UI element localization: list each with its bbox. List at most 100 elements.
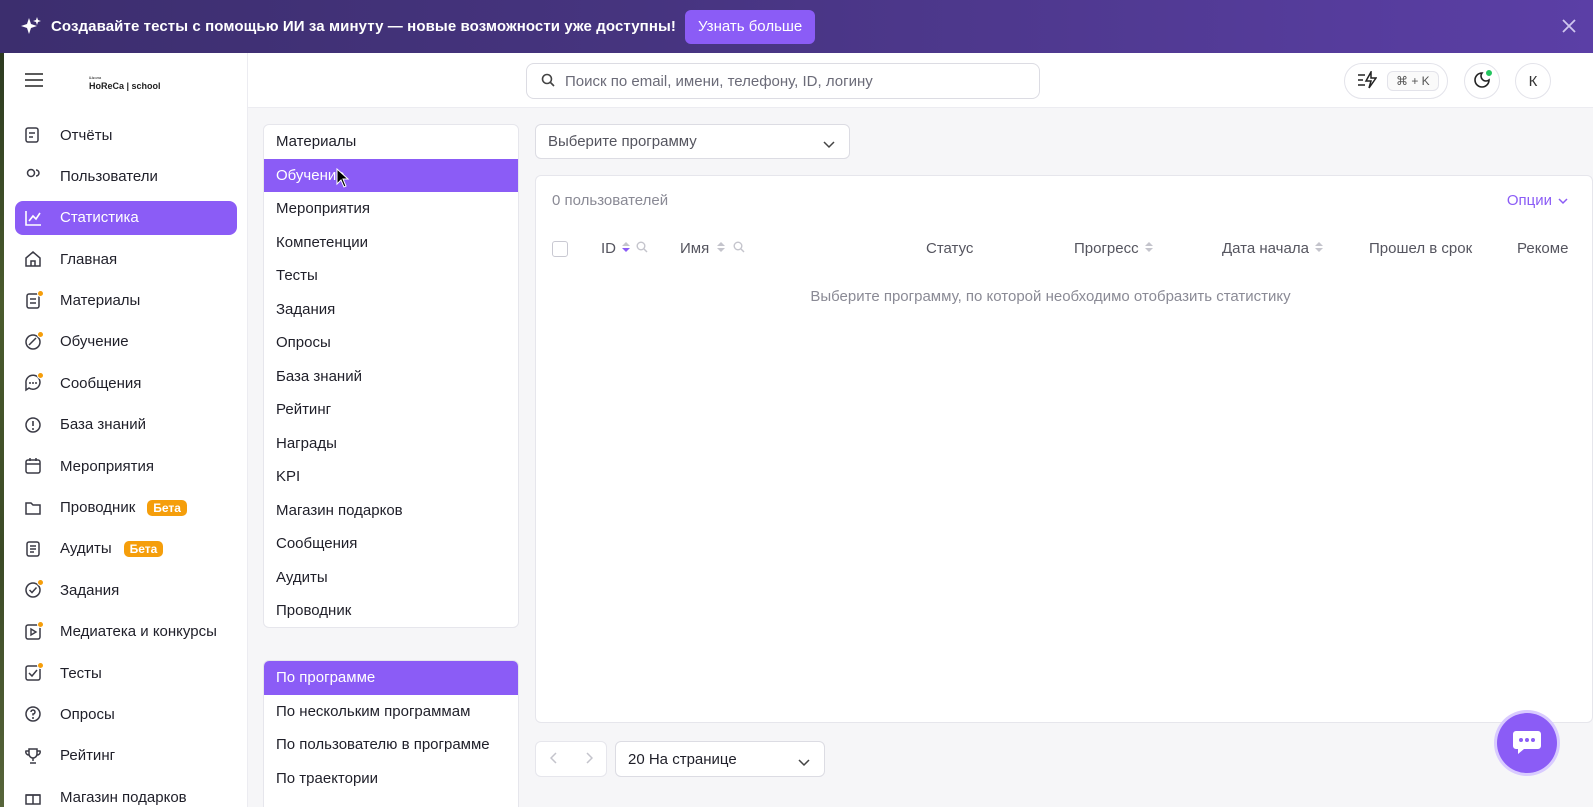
sort-icon[interactable]	[1144, 240, 1153, 257]
sidebar-item[interactable]: Задания	[15, 573, 237, 607]
sidebar-item[interactable]: Тесты	[15, 656, 237, 690]
learn-more-button[interactable]: Узнать больше	[685, 9, 816, 44]
survey-icon	[24, 705, 42, 723]
menu-item[interactable]: Материалы	[264, 125, 518, 159]
pagination	[535, 741, 607, 777]
column-start-date[interactable]: Дата начала	[1222, 240, 1323, 257]
column-id[interactable]: ID	[601, 240, 648, 257]
menu-item[interactable]: По нескольким программам	[264, 695, 518, 729]
menu-item[interactable]: По пользователю в программе	[264, 728, 518, 762]
menu-item[interactable]: Проводник	[264, 594, 518, 627]
menu-item[interactable]: Задания	[264, 293, 518, 327]
table-header: ID Имя Статус Прогресс Дата начала Проше…	[536, 232, 1592, 264]
gift-icon	[24, 788, 42, 806]
menu-item[interactable]: Тесты	[264, 259, 518, 293]
sidebar-item-label: Проводник	[60, 499, 136, 517]
menu-item[interactable]: Сообщения	[264, 527, 518, 561]
avatar[interactable]: К	[1515, 63, 1551, 99]
program-select[interactable]: Выберите программу	[535, 124, 850, 159]
column-progress[interactable]: Прогресс	[1074, 240, 1153, 257]
mouse-cursor-icon	[336, 168, 350, 188]
menu-item[interactable]: Награды	[264, 427, 518, 461]
top-header: ⌘ + K К	[248, 53, 1593, 108]
logo[interactable]: Школа HoReCa | school	[89, 73, 161, 91]
sort-icon[interactable]	[1314, 240, 1323, 257]
sidebar-item-label: Аудиты	[60, 540, 112, 558]
beta-badge: Бета	[147, 499, 187, 516]
messages-icon	[24, 372, 44, 392]
sidebar-item-label: Материалы	[60, 292, 141, 310]
sidebar-item[interactable]: Сообщения	[15, 366, 237, 400]
sparkle-icon	[20, 16, 42, 38]
sort-icon[interactable]	[622, 240, 630, 257]
menu-icon[interactable]	[24, 72, 44, 88]
select-all-checkbox[interactable]	[552, 241, 568, 257]
chat-button[interactable]	[1497, 713, 1557, 773]
per-page-select[interactable]: 20 На странице	[615, 741, 825, 777]
column-name[interactable]: Имя	[680, 240, 745, 257]
search-input[interactable]	[565, 72, 1005, 90]
options-button[interactable]: Опции	[1507, 192, 1568, 209]
sidebar-item[interactable]: Главная	[15, 242, 237, 276]
menu-item[interactable]: Опросы	[264, 326, 518, 360]
sort-icon[interactable]	[717, 240, 726, 257]
chat-icon	[1512, 729, 1542, 758]
menu-item[interactable]: По траектории	[264, 762, 518, 796]
menu-item[interactable]: Мероприятия	[264, 192, 518, 226]
sidebar-item[interactable]: Материалы	[15, 284, 237, 318]
search-box[interactable]	[526, 63, 1040, 99]
notification-dot	[37, 579, 44, 587]
home-icon	[24, 250, 42, 268]
folder-icon	[24, 499, 42, 517]
sidebar-item[interactable]: Рейтинг	[15, 739, 237, 773]
stats-table: 0 пользователей Опции ID Имя Статус Прог…	[535, 175, 1593, 723]
trophy-icon	[24, 747, 42, 765]
notification-dot	[37, 289, 44, 297]
sidebar-item[interactable]: Мероприятия	[15, 449, 237, 483]
sidebar-item[interactable]: Магазин подарков	[15, 780, 237, 807]
materials-icon	[24, 289, 44, 310]
menu-item[interactable]: Рейтинг	[264, 393, 518, 427]
chevron-down-icon	[1552, 192, 1568, 209]
sidebar-item[interactable]: Опросы	[15, 697, 237, 731]
sidebar-item[interactable]: Пользователи	[15, 159, 237, 193]
sidebar-item[interactable]: Проводник Бета	[15, 491, 237, 525]
sidebar-item-label: База знаний	[60, 416, 146, 434]
search-icon[interactable]	[733, 240, 745, 257]
theme-toggle[interactable]	[1464, 63, 1500, 99]
sidebar: Школа HoReCa | school Отчёты Пользователи…	[0, 53, 248, 807]
audit-icon	[24, 540, 42, 558]
close-icon[interactable]	[1559, 16, 1579, 36]
menu-item[interactable]: База знаний	[264, 360, 518, 394]
calendar-icon	[24, 457, 42, 475]
search-icon[interactable]	[636, 240, 648, 257]
menu-item[interactable]: Компетенции	[264, 226, 518, 260]
sidebar-item[interactable]: База знаний	[15, 408, 237, 442]
quick-actions-icon	[1357, 68, 1378, 92]
notification-dot	[37, 330, 44, 338]
tasks-icon	[24, 579, 44, 599]
sidebar-item[interactable]: Статистика	[15, 200, 237, 235]
next-page-icon[interactable]	[585, 751, 593, 767]
sidebar-item[interactable]: Аудиты Бета	[15, 532, 237, 566]
sidebar-item-label: Задания	[60, 581, 120, 599]
menu-item[interactable]: Обучение	[264, 158, 518, 192]
sidebar-item-label: Тесты	[60, 664, 102, 682]
chevron-down-icon	[823, 136, 835, 153]
stats-category-menu: Материалы Обучение Мероприятия Компетенции Т…	[263, 124, 519, 628]
prev-page-icon[interactable]	[549, 751, 558, 767]
banner-text: Создавайте тесты с помощью ИИ за минуту …	[51, 18, 676, 35]
menu-item[interactable]: Аудиты	[264, 561, 518, 595]
menu-item[interactable]: KPI	[264, 460, 518, 494]
sidebar-item[interactable]: Отчёты	[15, 118, 237, 152]
shortcut-hint: ⌘ + K	[1387, 71, 1439, 91]
sidebar-item[interactable]: Медиатека и конкурсы	[15, 615, 237, 649]
menu-item[interactable]: По программе	[264, 661, 518, 695]
report-icon	[24, 126, 42, 144]
sidebar-item-label: Отчёты	[60, 126, 113, 144]
quick-actions-button[interactable]: ⌘ + K	[1344, 63, 1448, 99]
sidebar-item-label: Главная	[60, 250, 118, 268]
menu-item[interactable]: Магазин подарков	[264, 494, 518, 528]
empty-state-text: Выберите программу, по которой необходим…	[810, 288, 1291, 305]
sidebar-item[interactable]: Обучение	[15, 325, 237, 359]
